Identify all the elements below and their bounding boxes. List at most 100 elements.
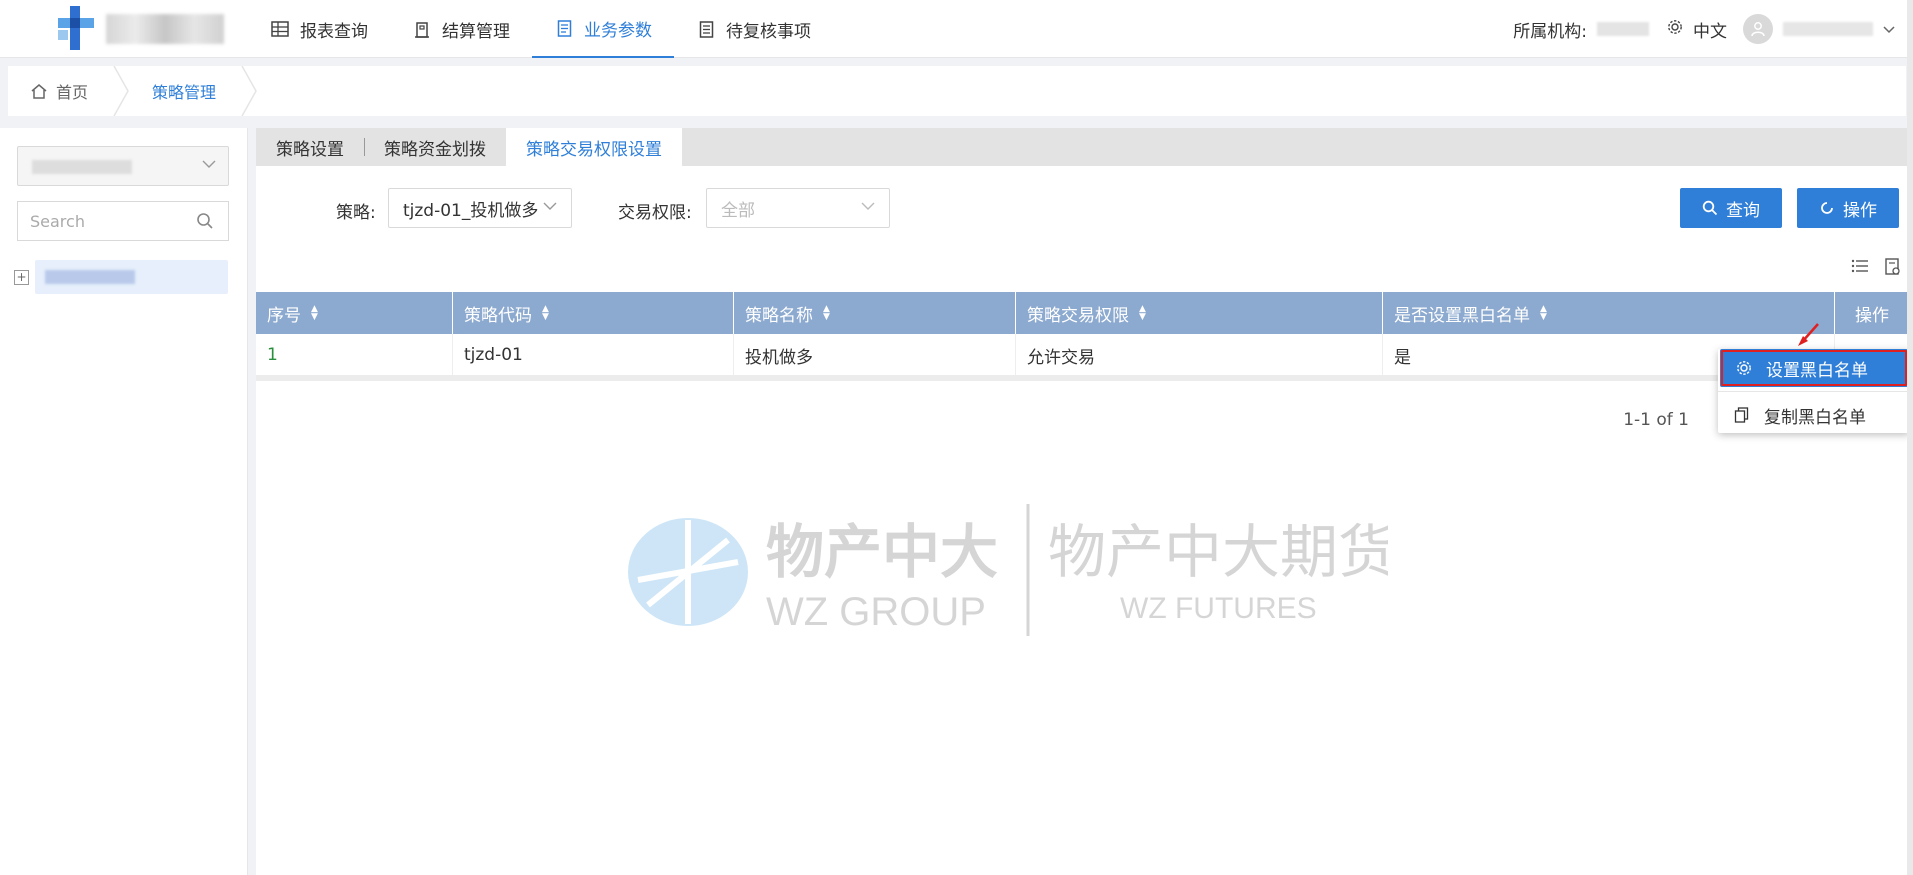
top-bar: 报表查询 结算管理 业务参数 待复核事项 所属机构: 中文 [0, 0, 1913, 58]
menu-item-label: 复制黑白名单 [1764, 407, 1866, 428]
column-list-icon[interactable] [1851, 258, 1869, 274]
strategy-label: 策略: [336, 203, 376, 223]
menu-item-label: 设置黑白名单 [1766, 360, 1868, 381]
page-scrollbar[interactable] [1907, 0, 1913, 875]
breadcrumb-current[interactable]: 策略管理 [130, 66, 240, 116]
row-action-menu: 设置黑白名单 复制黑白名单 [1718, 349, 1910, 433]
sort-icon[interactable]: ▲ ▼ [1139, 305, 1146, 322]
column-header-strategy-code[interactable]: 策略代码 ▲ ▼ [453, 292, 734, 334]
chevron-down-icon [861, 202, 875, 210]
user-icon [1751, 22, 1765, 37]
language-switch[interactable]: 中文 [1693, 17, 1727, 42]
breadcrumb: 首页 策略管理 [8, 66, 1906, 116]
building-icon [412, 19, 432, 39]
chevron-down-icon [202, 160, 216, 168]
action-button-label: 操作 [1843, 200, 1877, 221]
nav-label: 报表查询 [300, 21, 368, 42]
column-header-blacklist-set[interactable]: 是否设置黑白名单 ▲ ▼ [1383, 292, 1835, 334]
org-select[interactable] [17, 146, 229, 186]
strategy-select[interactable]: tjzd-01_投机做多 [388, 188, 572, 228]
page: 报表查询 结算管理 业务参数 待复核事项 所属机构: 中文 首页 策略管理 Se… [0, 0, 1913, 875]
column-header-trade-permission[interactable]: 策略交易权限 ▲ ▼ [1016, 292, 1383, 334]
search-icon [1702, 200, 1718, 216]
org-name-redacted [1597, 22, 1649, 36]
pagination-summary: 1-1 of 1 [1623, 410, 1689, 430]
menu-item-copy-blacklist[interactable]: 复制黑白名单 [1718, 396, 1910, 434]
sidebar: Search + [0, 128, 248, 875]
header-label: 是否设置黑白名单 [1394, 305, 1530, 326]
home-icon [31, 84, 47, 99]
column-header-actions: 操作 [1835, 292, 1909, 334]
tree-node[interactable] [35, 260, 228, 294]
tree-row: + [14, 260, 230, 294]
nav-item-settlement[interactable]: 结算管理 [390, 0, 532, 58]
tab-strategy-trade-permission[interactable]: 策略交易权限设置 [506, 128, 682, 166]
nav-item-pending-review[interactable]: 待复核事项 [674, 0, 833, 58]
header-label: 序号 [267, 305, 301, 326]
nav-label: 结算管理 [442, 21, 510, 42]
column-header-strategy-name[interactable]: 策略名称 ▲ ▼ [734, 292, 1016, 334]
search-icon [197, 213, 213, 229]
gear-icon [1737, 361, 1751, 375]
menu-divider [1718, 391, 1910, 392]
header-label: 策略交易权限 [1027, 305, 1129, 326]
cell-strategy-name: 投机做多 [734, 334, 1016, 376]
company-logo[interactable] [44, 6, 229, 50]
document-icon [554, 18, 574, 38]
main-nav: 报表查询 结算管理 业务参数 待复核事项 [248, 0, 833, 58]
table-body: 1 tjzd-01 投机做多 允许交易 是 [256, 334, 1909, 376]
sort-icon[interactable]: ▲ ▼ [311, 305, 318, 322]
tab-strategy-fund-transfer[interactable]: 策略资金划拨 [364, 128, 506, 166]
tab-label: 策略交易权限设置 [526, 139, 662, 160]
nav-label: 业务参数 [584, 20, 652, 41]
watermark-cn-left: 物产中大 [766, 520, 998, 585]
table-row[interactable]: 1 tjzd-01 投机做多 允许交易 是 [256, 334, 1909, 376]
data-table: 序号 ▲ ▼ 策略代码 ▲ ▼ 策略名称 ▲ ▼ 策略交易权限 ▲ ▼ 是否设置黑白名单 ▲ ▼ 操… [256, 292, 1909, 376]
breadcrumb-current-label: 策略管理 [152, 83, 217, 102]
query-button[interactable]: 查询 [1680, 188, 1782, 228]
pointer-arrow-icon [1798, 323, 1819, 346]
action-button[interactable]: 操作 [1797, 188, 1899, 228]
checklist-icon [696, 19, 716, 39]
gear-icon[interactable] [1667, 19, 1683, 40]
permission-select[interactable]: 全部 [706, 188, 890, 228]
nav-item-business-params[interactable]: 业务参数 [532, 0, 674, 58]
tab-label: 策略资金划拨 [384, 139, 486, 160]
watermark-en-left: WZ GROUP [766, 590, 986, 634]
filter-bar: 策略: tjzd-01_投机做多 交易权限: 全部 查询 操作 [256, 188, 1909, 230]
table-scrollbar[interactable] [256, 375, 1909, 381]
breadcrumb-home-label: 首页 [56, 83, 89, 102]
refresh-icon [1821, 202, 1833, 214]
tab-strategy-settings[interactable]: 策略设置 [256, 128, 364, 166]
copy-icon [1734, 407, 1749, 423]
nav-item-reports[interactable]: 报表查询 [248, 0, 390, 58]
watermark-en-right: WZ FUTURES [1120, 592, 1317, 625]
logo-mark-icon [58, 6, 94, 50]
org-label: 所属机构: [1513, 21, 1587, 42]
chevron-down-icon[interactable] [1883, 19, 1895, 39]
table-icon [270, 19, 290, 39]
permission-label: 交易权限: [618, 203, 692, 223]
strategy-select-value: tjzd-01_投机做多 [403, 200, 539, 221]
menu-item-set-blacklist[interactable]: 设置黑白名单 [1720, 349, 1908, 387]
header-label: 策略代码 [464, 305, 532, 326]
table-header: 序号 ▲ ▼ 策略代码 ▲ ▼ 策略名称 ▲ ▼ 策略交易权限 ▲ ▼ 是否设置黑白名单 ▲ ▼ 操… [256, 292, 1909, 334]
sort-icon[interactable]: ▲ ▼ [1540, 305, 1547, 322]
breadcrumb-separator [241, 66, 257, 116]
header-label: 策略名称 [745, 305, 813, 326]
tree-expand-toggle[interactable]: + [14, 269, 29, 285]
sort-icon[interactable]: ▲ ▼ [542, 305, 549, 322]
header-right: 所属机构: 中文 [1513, 0, 1895, 58]
export-icon[interactable] [1885, 258, 1901, 276]
avatar[interactable] [1743, 14, 1773, 44]
sort-icon[interactable]: ▲ ▼ [823, 305, 830, 322]
column-header-index[interactable]: 序号 ▲ ▼ [256, 292, 453, 334]
org-select-value-redacted [32, 160, 132, 174]
tree-node-label-redacted [45, 270, 135, 284]
breadcrumb-home[interactable]: 首页 [8, 66, 112, 116]
tab-label: 策略设置 [276, 139, 344, 160]
search-input[interactable]: Search [17, 201, 229, 241]
company-watermark: 物产中大 WZ GROUP 物产中大期货 WZ FUTURES [628, 504, 1388, 636]
cell-strategy-code: tjzd-01 [453, 334, 734, 376]
logo-text-redacted [106, 14, 224, 44]
